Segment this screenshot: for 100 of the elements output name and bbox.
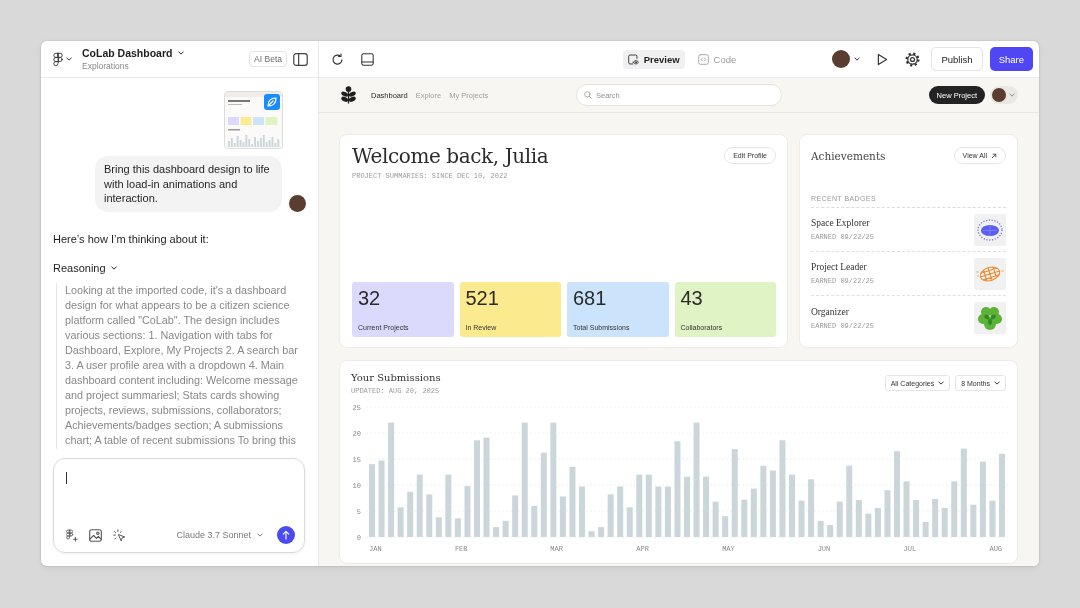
chevron-down-icon <box>178 51 185 55</box>
bar <box>617 486 624 537</box>
bar <box>798 500 805 537</box>
bar <box>426 494 433 537</box>
search-icon <box>584 91 592 99</box>
welcome-title: Welcome back, Julia <box>352 144 549 169</box>
bar <box>712 501 719 537</box>
profile-menu-button[interactable] <box>990 86 1018 104</box>
chevron-down-icon <box>854 57 861 61</box>
bar <box>435 517 442 537</box>
preview-icon <box>627 53 639 65</box>
cursor-sparkle-icon[interactable] <box>113 528 126 542</box>
bar <box>903 481 910 537</box>
badge-name: Project Leader <box>811 262 868 273</box>
publish-button[interactable]: Publish <box>931 47 983 71</box>
bar <box>579 486 585 537</box>
leaf-icon <box>264 94 280 110</box>
refresh-icon[interactable] <box>331 52 344 66</box>
settings-icon[interactable] <box>905 51 921 67</box>
plant-badge-icon <box>974 302 1006 334</box>
send-button[interactable] <box>277 526 295 544</box>
bar <box>827 525 834 537</box>
bar <box>569 466 576 537</box>
badge-name: Space Explorer <box>811 218 871 229</box>
bar <box>846 465 853 537</box>
bar <box>502 520 509 537</box>
stat-value: 681 <box>573 286 608 310</box>
chat-message: Bring this dashboard design to life with load-in animations and interaction. <box>95 156 282 212</box>
planet-badge-icon <box>974 213 1006 246</box>
image-icon[interactable] <box>89 528 102 542</box>
bar <box>741 499 748 537</box>
bar <box>951 481 958 537</box>
bottom-panel-icon[interactable] <box>361 52 374 66</box>
plant-logo-icon <box>340 86 357 104</box>
arrow-up-icon <box>282 530 290 540</box>
dashboard-thumbnail-drawing <box>224 91 283 149</box>
bar <box>493 527 500 537</box>
chevron-down-icon <box>66 57 72 61</box>
bar <box>684 476 690 537</box>
bar <box>531 505 538 537</box>
bar <box>913 500 920 537</box>
bar <box>884 490 891 537</box>
stat-value: 32 <box>358 286 382 310</box>
project-subtitle: Explorations <box>82 61 130 71</box>
bar <box>607 494 614 537</box>
stat-value: 43 <box>680 286 704 310</box>
bar <box>836 501 843 537</box>
avatar-icon[interactable] <box>832 50 851 68</box>
sidebar-toggle-icon[interactable] <box>293 52 308 66</box>
view-tab[interactable]: Preview <box>622 49 685 69</box>
chevron-down-icon <box>994 381 1000 385</box>
bar <box>416 474 423 537</box>
bar <box>941 507 948 537</box>
bar <box>655 486 662 537</box>
bar <box>970 504 977 537</box>
logo-plus-icon[interactable] <box>66 528 78 542</box>
share-button[interactable]: Share <box>989 47 1033 71</box>
bar <box>664 486 671 537</box>
bar <box>722 516 729 537</box>
assistant-message: Here’s how I’m thinking about it: <box>53 231 210 246</box>
project-menu-button[interactable]: CoLab Dashboard <box>82 47 185 59</box>
chevron-down-icon <box>1009 93 1015 97</box>
bar <box>874 507 881 537</box>
text-cursor-icon <box>66 472 67 484</box>
bar <box>464 486 471 537</box>
reasoning-toggle[interactable]: Reasoning <box>53 260 117 275</box>
bar <box>817 520 824 537</box>
bar <box>454 518 461 537</box>
bar <box>789 474 795 537</box>
submissions-title: Your Submissions <box>351 371 441 384</box>
badge-name: Organizer <box>811 306 850 318</box>
bar <box>703 476 710 537</box>
chevron-down-icon <box>938 381 945 385</box>
chevron-down-icon <box>110 265 117 270</box>
bar <box>645 474 652 537</box>
bar <box>808 479 815 537</box>
reasoning-text: Looking at the imported code, it's a dashboard design for what appears to be a citizen science platform called "CoLab". The design includes various sections: 1. Navigation with tabs for Dashboard, Explore, My Projects 2. A search bar 3. A user profile area with a dropdown 4. Main dashboard content including: Welcome message and project summariesl; Stats cards showing projects, reviews, submissions, collaborators; Achievements/badges section; A submissions chart; A table of recent submissions To bring this <box>56 282 306 449</box>
arrow-up-right-icon <box>991 152 997 159</box>
play-icon[interactable] <box>877 52 889 66</box>
achievements-title: Achievements <box>811 149 886 163</box>
bar <box>636 474 643 537</box>
stat-value: 521 <box>465 286 500 310</box>
bar <box>865 513 872 537</box>
bar <box>626 507 633 537</box>
code-icon <box>697 53 709 65</box>
logo-icon[interactable] <box>53 51 63 67</box>
bar <box>559 496 566 537</box>
bar <box>855 500 862 537</box>
bar <box>588 531 595 537</box>
bar <box>445 474 452 537</box>
avatar-icon <box>289 194 306 212</box>
globe-badge-icon <box>974 257 1006 290</box>
bar <box>932 499 939 537</box>
bar <box>989 500 996 537</box>
avatar-icon <box>992 88 1006 102</box>
bar <box>512 495 519 537</box>
bar <box>769 470 776 537</box>
bar <box>760 465 767 537</box>
model-selector[interactable]: Claude 3.7 Sonnet <box>176 530 263 540</box>
bar <box>750 488 757 537</box>
